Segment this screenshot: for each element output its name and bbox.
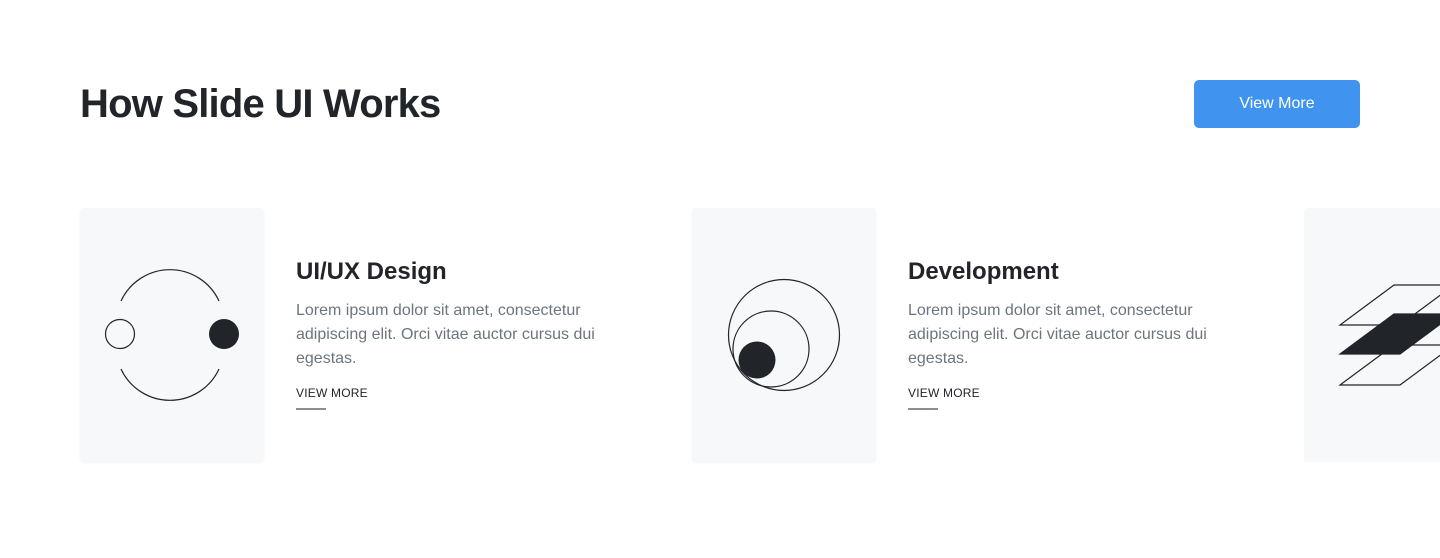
section-title: How Slide UI Works (80, 82, 441, 126)
service-card-uiux: UI/UX Design Lorem ipsum dolor sit amet,… (80, 208, 640, 462)
card-link-label: VIEW MORE (908, 386, 980, 400)
card-link-label: VIEW MORE (296, 386, 368, 400)
link-underline (908, 408, 938, 410)
service-card-development: Development Lorem ipsum dolor sit amet, … (692, 208, 1252, 462)
card-title: Development (908, 258, 1059, 285)
card-description: Lorem ipsum dolor sit amet, consectetur … (296, 302, 595, 367)
card-body: UI/UX Design Lorem ipsum dolor sit amet,… (296, 256, 636, 410)
card-view-more-link[interactable]: VIEW MORE (296, 385, 368, 410)
stacked-layers-icon (1338, 284, 1440, 386)
card-title: UI/UX Design (296, 258, 447, 285)
service-card-partial (1304, 208, 1440, 462)
view-more-button[interactable]: View More (1194, 80, 1360, 128)
card-illustration (692, 208, 876, 462)
card-illustration (80, 208, 264, 462)
split-circles-icon (104, 269, 239, 401)
nested-circles-icon (727, 278, 841, 392)
link-underline (296, 408, 326, 410)
card-description: Lorem ipsum dolor sit amet, consectetur … (908, 302, 1207, 367)
card-view-more-link[interactable]: VIEW MORE (908, 385, 980, 410)
card-body: Development Lorem ipsum dolor sit amet, … (908, 256, 1248, 410)
card-illustration (1304, 208, 1440, 462)
